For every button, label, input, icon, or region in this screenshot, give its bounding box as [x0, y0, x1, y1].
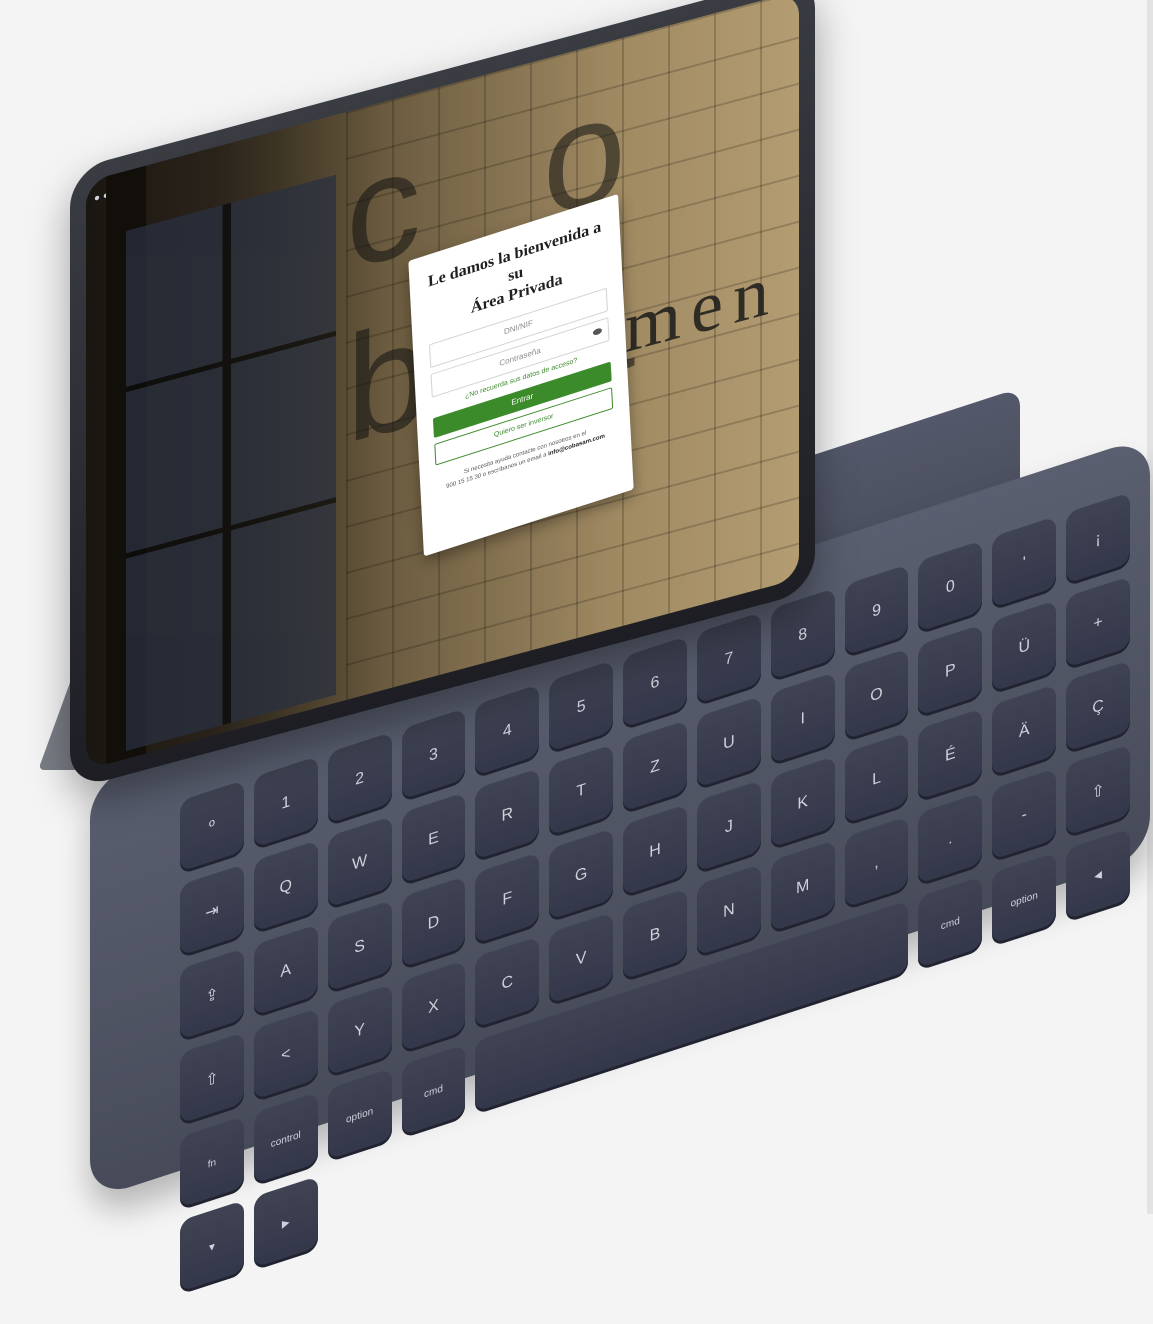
- screen-window: [126, 174, 336, 751]
- key-arrow-down: ▼: [180, 1200, 244, 1295]
- eye-icon[interactable]: [592, 327, 603, 337]
- tablet-frame: ● ● ● c o b a agemen Le damos la bienven…: [70, 0, 815, 790]
- tablet-screen: ● ● ● c o b a agemen Le damos la bienven…: [86, 0, 799, 770]
- password-field-placeholder: Contraseña: [499, 345, 541, 368]
- user-field-placeholder: DNI/NIF: [503, 318, 534, 337]
- product-photo: º 1 2 3 4 5 6 7 8 9 0 ' ¡ ⇥ Q W E R T Z …: [0, 0, 1153, 1295]
- tablet: ● ● ● c o b a agemen Le damos la bienven…: [0, 0, 1153, 1214]
